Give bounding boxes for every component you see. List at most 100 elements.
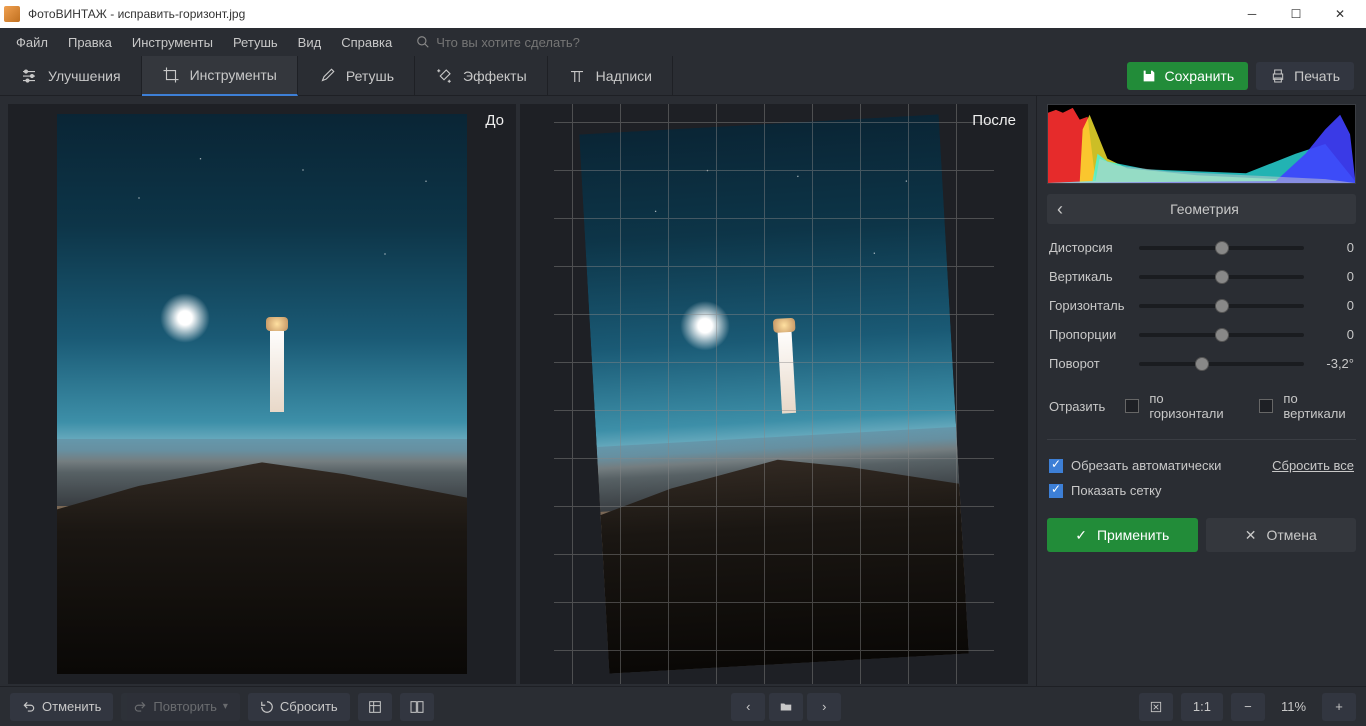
slider-row-1: Вертикаль 0: [1049, 269, 1354, 284]
panel-header: ‹ Геометрия: [1047, 194, 1356, 224]
next-button[interactable]: ›: [807, 693, 841, 721]
slider-row-3: Пропорции 0: [1049, 327, 1354, 342]
right-panel: ‹ Геометрия Дисторсия 0 Вертикаль 0 Гори…: [1036, 96, 1366, 686]
zoom-in-button[interactable]: +: [1322, 693, 1356, 721]
slider-track[interactable]: [1139, 304, 1304, 308]
menu-view[interactable]: Вид: [290, 31, 330, 54]
chevron-left-icon: ‹: [746, 699, 750, 714]
slider-label: Поворот: [1049, 356, 1129, 371]
slider-row-2: Горизонталь 0: [1049, 298, 1354, 313]
flip-horizontal-checkbox[interactable]: [1125, 399, 1139, 413]
actual-size-button[interactable]: 1:1: [1181, 693, 1223, 721]
after-image-container[interactable]: [554, 104, 994, 684]
auto-crop-checkbox[interactable]: [1049, 459, 1063, 473]
menu-edit[interactable]: Правка: [60, 31, 120, 54]
fit-icon: [1149, 700, 1163, 714]
zoom-out-button[interactable]: −: [1231, 693, 1265, 721]
wand-icon: [435, 67, 453, 85]
flip-vertical-checkbox[interactable]: [1259, 399, 1273, 413]
menu-search: [416, 35, 656, 50]
action-buttons: ✓ Применить ✕ Отмена: [1047, 518, 1356, 552]
slider-thumb[interactable]: [1195, 357, 1209, 371]
after-label: После: [972, 112, 1016, 129]
flip-row: Отразить по горизонтали по вертикали: [1047, 387, 1356, 425]
reset-icon: [260, 700, 274, 714]
tab-label: Надписи: [596, 68, 652, 84]
slider-track[interactable]: [1139, 362, 1304, 366]
search-icon: [416, 35, 430, 49]
slider-value: 0: [1314, 298, 1354, 313]
save-button[interactable]: Сохранить: [1127, 62, 1249, 90]
tab-enhance[interactable]: Улучшения: [0, 56, 142, 96]
slider-row-0: Дисторсия 0: [1049, 240, 1354, 255]
print-label: Печать: [1294, 68, 1340, 84]
undo-button[interactable]: Отменить: [10, 693, 113, 721]
redo-button[interactable]: Повторить ▾: [121, 693, 239, 721]
tab-tools[interactable]: Инструменты: [142, 56, 298, 96]
history-icon: [367, 699, 383, 715]
tab-effects[interactable]: Эффекты: [415, 56, 548, 96]
before-pane: До: [8, 104, 516, 684]
nav-group: ‹ ›: [731, 693, 841, 721]
slider-track[interactable]: [1139, 333, 1304, 337]
sliders-group: Дисторсия 0 Вертикаль 0 Горизонталь 0 Пр…: [1047, 234, 1356, 377]
slider-thumb[interactable]: [1215, 270, 1229, 284]
reset-all-link[interactable]: Сбросить все: [1272, 458, 1354, 473]
main-area: До После: [0, 96, 1366, 686]
app-name: ФотоВИНТАЖ: [28, 7, 107, 21]
slider-thumb[interactable]: [1215, 328, 1229, 342]
minimize-button[interactable]: ─: [1230, 0, 1274, 28]
minus-icon: −: [1244, 699, 1252, 714]
maximize-button[interactable]: ☐: [1274, 0, 1318, 28]
search-input[interactable]: [436, 35, 656, 50]
tab-text[interactable]: Надписи: [548, 56, 673, 96]
slider-value: 0: [1314, 240, 1354, 255]
compare-view: До После: [0, 96, 1036, 686]
slider-label: Дисторсия: [1049, 240, 1129, 255]
tabbar: Улучшения Инструменты Ретушь Эффекты Над…: [0, 56, 1366, 96]
print-icon: [1270, 68, 1286, 84]
crop-icon: [162, 66, 180, 84]
flip-h-label: по горизонтали: [1149, 391, 1230, 421]
before-image[interactable]: [57, 114, 467, 674]
flip-label: Отразить: [1049, 399, 1105, 414]
undo-icon: [22, 700, 36, 714]
panel-title: Геометрия: [1063, 201, 1346, 217]
chevron-right-icon: ›: [822, 699, 826, 714]
apply-button[interactable]: ✓ Применить: [1047, 518, 1198, 552]
check-icon: ✓: [1075, 527, 1087, 544]
app-icon: [4, 6, 20, 22]
menu-retouch[interactable]: Ретушь: [225, 31, 286, 54]
slider-label: Вертикаль: [1049, 269, 1129, 284]
slider-thumb[interactable]: [1215, 299, 1229, 313]
sliders-icon: [20, 67, 38, 85]
show-grid-checkbox[interactable]: [1049, 484, 1063, 498]
cancel-button[interactable]: ✕ Отмена: [1206, 518, 1357, 552]
print-button[interactable]: Печать: [1256, 62, 1354, 90]
open-button[interactable]: [769, 693, 803, 721]
slider-value: -3,2°: [1314, 356, 1354, 371]
slider-track[interactable]: [1139, 246, 1304, 250]
menu-file[interactable]: Файл: [8, 31, 56, 54]
prev-button[interactable]: ‹: [731, 693, 765, 721]
history-button[interactable]: [358, 693, 392, 721]
slider-thumb[interactable]: [1215, 241, 1229, 255]
tab-retouch[interactable]: Ретушь: [298, 56, 415, 96]
x-icon: ✕: [1245, 527, 1257, 544]
zoom-value: 11%: [1273, 699, 1314, 714]
save-icon: [1141, 68, 1157, 84]
slider-label: Горизонталь: [1049, 298, 1129, 313]
compare-toggle[interactable]: [400, 693, 434, 721]
menu-tools[interactable]: Инструменты: [124, 31, 221, 54]
reset-label: Сбросить: [280, 699, 338, 714]
slider-value: 0: [1314, 269, 1354, 284]
menu-help[interactable]: Справка: [333, 31, 400, 54]
slider-value: 0: [1314, 327, 1354, 342]
before-label: До: [485, 112, 504, 129]
reset-button[interactable]: Сбросить: [248, 693, 350, 721]
chevron-down-icon: ▾: [223, 701, 228, 712]
slider-track[interactable]: [1139, 275, 1304, 279]
fit-button[interactable]: [1139, 693, 1173, 721]
close-button[interactable]: ✕: [1318, 0, 1362, 28]
histogram[interactable]: [1047, 104, 1356, 184]
